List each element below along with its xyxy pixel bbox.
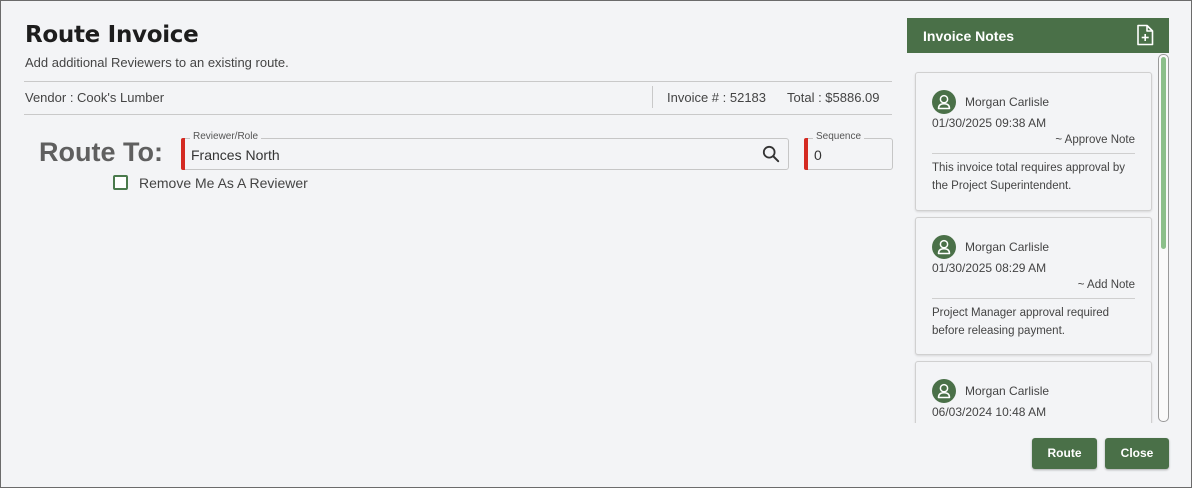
remove-me-label[interactable]: Remove Me As A Reviewer <box>139 175 308 191</box>
invoice-number: Invoice # : 52183 <box>667 90 767 105</box>
sequence-field[interactable]: Sequence 0 <box>804 131 893 170</box>
note-card: Morgan Carlisle 06/03/2024 10:48 AM <box>915 361 1152 423</box>
reviewer-role-value[interactable]: Frances North <box>191 147 280 163</box>
notes-scrollbar-thumb[interactable] <box>1161 57 1166 249</box>
divider <box>24 114 892 115</box>
note-divider <box>932 153 1135 154</box>
note-timestamp: 01/30/2025 09:38 AM <box>932 116 1047 130</box>
notes-scrollbar[interactable] <box>1158 54 1169 422</box>
route-invoice-dialog: Route Invoice Add additional Reviewers t… <box>0 0 1192 488</box>
reviewer-role-legend: Reviewer/Role <box>190 131 262 142</box>
invoice-notes-title: Invoice Notes <box>923 28 1015 44</box>
sequence-value[interactable]: 0 <box>814 147 822 163</box>
invoice-total: Total : $5886.09 <box>787 90 880 105</box>
sequence-legend: Sequence <box>813 131 865 142</box>
note-body: This invoice total requires approval by … <box>932 162 1126 192</box>
info-separator <box>652 86 653 108</box>
required-indicator <box>181 138 185 170</box>
note-author: Morgan Carlisle <box>965 95 1050 109</box>
note-type: ~ Add Note <box>1077 279 1135 291</box>
note-divider <box>932 298 1135 299</box>
note-author: Morgan Carlisle <box>965 384 1050 398</box>
user-avatar-icon <box>932 235 956 259</box>
note-type: ~ Approve Note <box>1055 134 1135 146</box>
user-avatar-icon <box>932 90 956 114</box>
search-icon[interactable] <box>762 145 780 163</box>
required-indicator <box>804 138 808 170</box>
vendor-info: Vendor : Cook's Lumber <box>25 90 165 105</box>
route-button[interactable]: Route <box>1032 438 1097 469</box>
note-card: Morgan Carlisle 01/30/2025 08:29 AM ~ Ad… <box>915 217 1152 355</box>
note-body: Project Manager approval required before… <box>932 307 1110 337</box>
add-note-icon[interactable] <box>1135 24 1155 46</box>
note-timestamp: 01/30/2025 08:29 AM <box>932 261 1047 275</box>
note-timestamp: 06/03/2024 10:48 AM <box>932 405 1047 419</box>
user-avatar-icon <box>932 379 956 403</box>
close-button[interactable]: Close <box>1105 438 1169 469</box>
dialog-subtitle: Add additional Reviewers to an existing … <box>25 55 289 70</box>
note-author: Morgan Carlisle <box>965 240 1050 254</box>
notes-list: Morgan Carlisle 01/30/2025 09:38 AM ~ Ap… <box>907 53 1169 423</box>
note-card: Morgan Carlisle 01/30/2025 09:38 AM ~ Ap… <box>915 72 1152 211</box>
route-to-label: Route To: <box>39 137 163 167</box>
dialog-title: Route Invoice <box>25 22 199 48</box>
divider <box>24 81 892 82</box>
remove-me-checkbox[interactable] <box>113 175 128 190</box>
invoice-notes-header: Invoice Notes <box>907 18 1169 53</box>
reviewer-role-field[interactable]: Reviewer/Role Frances North <box>181 131 789 170</box>
